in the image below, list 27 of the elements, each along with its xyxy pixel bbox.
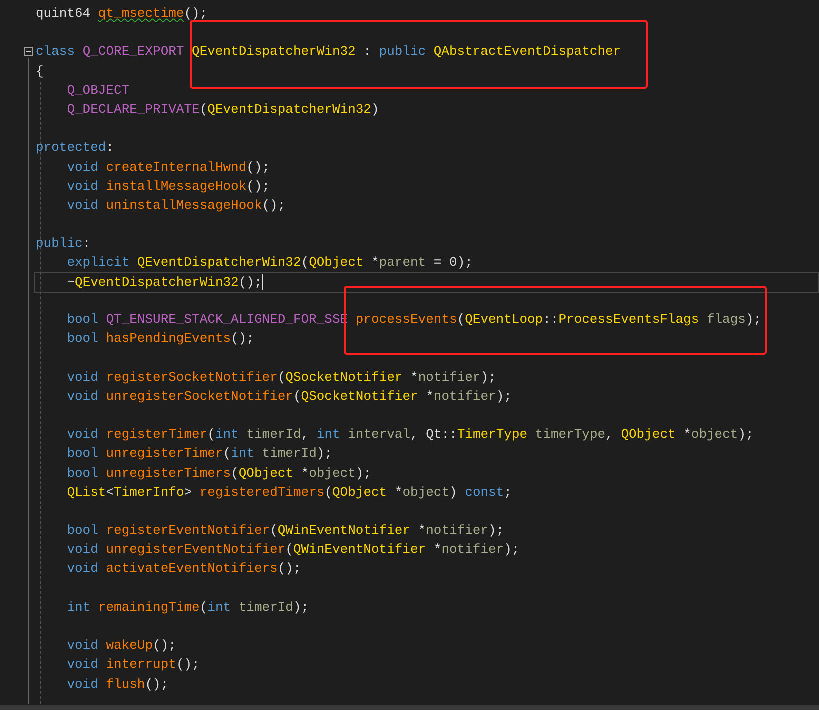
code-line: Q_DECLARE_PRIVATE(QEventDispatcherWin32) bbox=[66, 100, 380, 119]
code-line: void unregisterSocketNotifier(QSocketNotifier *notifier); bbox=[66, 388, 512, 406]
code-line: void registerTimer(int timerId, int interval, Qt::TimerType timerType, QObject *object); bbox=[66, 426, 754, 444]
code-line: QList<TimerInfo> registeredTimers(QObject *object) const; bbox=[66, 484, 512, 502]
code-line: void interrupt(); bbox=[66, 656, 200, 674]
code-line: quint64 qt_msectime(); bbox=[36, 5, 208, 23]
code-line: Q_OBJECT bbox=[66, 82, 130, 100]
code-line: void uninstallMessageHook(); bbox=[66, 196, 286, 215]
code-line: void createInternalHwnd(); bbox=[66, 158, 270, 176]
code-line: explicit QEventDispatcherWin32(QObject *parent = 0); bbox=[66, 254, 473, 272]
code-line: void installMessageHook(); bbox=[66, 178, 270, 196]
code-line: bool hasPendingEvents(); bbox=[66, 330, 254, 348]
code-line: bool registerEventNotifier(QWinEventNotifier *notifier); bbox=[66, 522, 504, 540]
code-line: void activateEventNotifiers(); bbox=[66, 560, 302, 578]
code-line: void flush(); bbox=[66, 676, 169, 694]
text-cursor bbox=[262, 274, 264, 290]
code-line: { bbox=[36, 62, 44, 81]
code-line: public: bbox=[36, 235, 91, 254]
code-line: int remainingTime(int timerId); bbox=[66, 598, 310, 617]
code-line: void unregisterEventNotifier(QWinEventNotifier *notifier); bbox=[66, 541, 520, 560]
collapse-icon[interactable] bbox=[24, 47, 33, 56]
code-line: bool unregisterTimers(QObject *object); bbox=[66, 464, 372, 482]
code-line: void wakeUp(); bbox=[66, 637, 176, 656]
code-line: protected: bbox=[36, 139, 114, 158]
code-line: class Q_CORE_EXPORT QEventDispatcherWin32 : public QAbstractEventDispatcher bbox=[36, 43, 622, 62]
code-line: void registerSocketNotifier(QSocketNotifier *notifier); bbox=[66, 368, 496, 387]
code-line: bool unregisterTimer(int timerId); bbox=[66, 445, 332, 464]
